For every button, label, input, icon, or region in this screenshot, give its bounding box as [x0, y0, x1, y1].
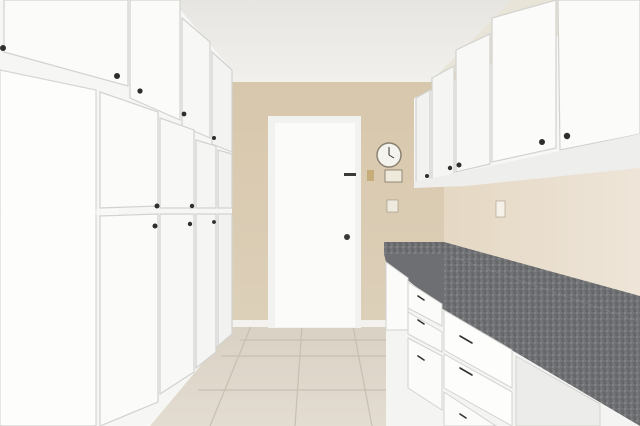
lower-left-cabinets: [99, 213, 159, 426]
door-knob: [344, 234, 350, 240]
white-door: [268, 116, 361, 328]
light-switch: [367, 170, 374, 181]
door-lever: [344, 173, 356, 176]
wall-clock: [376, 142, 402, 168]
laundry-room-photo: A11822309 © Miami MLS® 2025: [0, 0, 640, 426]
wall-outlet-right: [495, 200, 506, 218]
wall-outlet: [386, 199, 399, 213]
thermostat: [384, 169, 403, 183]
watermark: A11822309 © Miami MLS® 2025: [2, 208, 119, 217]
photo-scene: A11822309 © Miami MLS® 2025: [0, 0, 640, 426]
